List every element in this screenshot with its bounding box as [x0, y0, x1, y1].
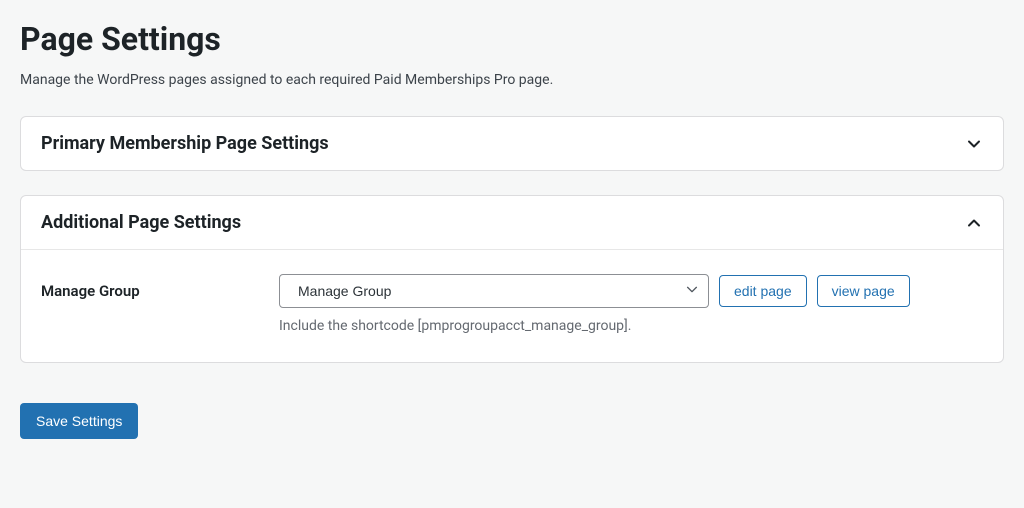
manage-group-select[interactable]: Manage Group	[279, 274, 709, 308]
manage-group-controls: Manage Group edit page view page Include…	[279, 274, 983, 334]
primary-panel: Primary Membership Page Settings	[20, 116, 1004, 171]
primary-panel-header[interactable]: Primary Membership Page Settings	[21, 117, 1003, 170]
page-title: Page Settings	[20, 20, 1004, 58]
additional-panel-header[interactable]: Additional Page Settings	[21, 196, 1003, 249]
manage-group-row: Manage Group Manage Group edit page view…	[41, 274, 983, 334]
chevron-up-icon	[965, 214, 983, 232]
manage-group-select-wrap: Manage Group	[279, 274, 709, 308]
page-description: Manage the WordPress pages assigned to e…	[20, 72, 1004, 88]
additional-panel: Additional Page Settings Manage Group Ma…	[20, 195, 1004, 363]
save-settings-button[interactable]: Save Settings	[20, 403, 138, 439]
edit-page-button[interactable]: edit page	[719, 275, 807, 307]
view-page-button[interactable]: view page	[817, 275, 910, 307]
manage-group-help: Include the shortcode [pmprogroupacct_ma…	[279, 318, 983, 334]
chevron-down-icon	[965, 135, 983, 153]
primary-panel-title: Primary Membership Page Settings	[41, 133, 329, 154]
additional-panel-title: Additional Page Settings	[41, 212, 241, 233]
additional-panel-body: Manage Group Manage Group edit page view…	[21, 249, 1003, 362]
manage-group-label: Manage Group	[41, 274, 279, 300]
